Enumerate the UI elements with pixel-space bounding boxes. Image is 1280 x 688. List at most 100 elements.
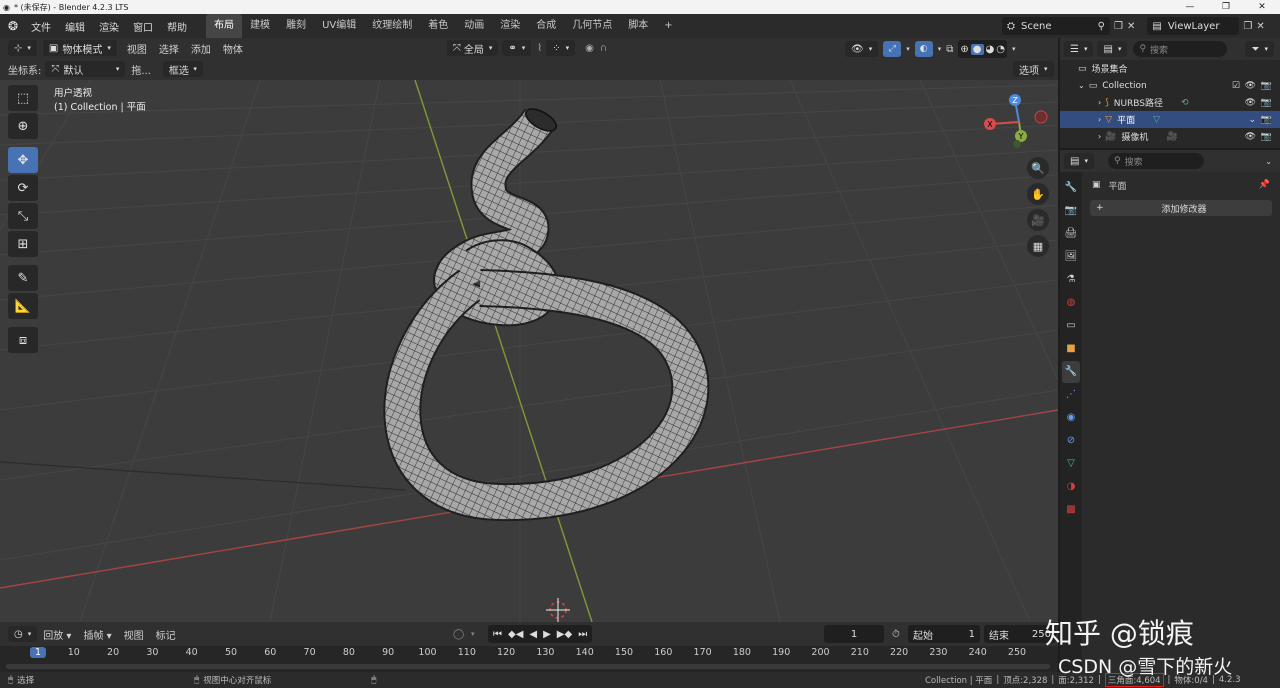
tree-collection[interactable]: ⌄ ▭ Collection ☑ 👁 📷: [1060, 77, 1280, 94]
tab-modeling[interactable]: 建模: [242, 14, 278, 38]
outliner-search-input[interactable]: ⚲ 搜索: [1133, 41, 1228, 57]
gizmo-dropdown-icon[interactable]: ▾: [906, 45, 910, 53]
add-cube-tool-icon[interactable]: ⧈: [8, 327, 38, 353]
navigation-gizmo[interactable]: Z Y X: [980, 92, 1050, 152]
material-tab-icon[interactable]: ◑: [1062, 476, 1080, 498]
menu-help[interactable]: 帮助: [160, 19, 194, 34]
overlay-dropdown-icon[interactable]: ▾: [938, 45, 942, 53]
texture-tab-icon[interactable]: ▩: [1062, 499, 1080, 521]
minimize-button[interactable]: —: [1172, 0, 1208, 14]
play-icon[interactable]: ▶: [543, 629, 551, 640]
options-dropdown[interactable]: 选项 ▾: [1013, 61, 1054, 77]
zoom-icon[interactable]: 🔍: [1027, 157, 1049, 179]
render-tab-icon[interactable]: 📷: [1062, 200, 1080, 222]
falloff-icon[interactable]: ∩: [600, 43, 607, 54]
add-workspace-button[interactable]: +: [656, 14, 680, 38]
pan-hand-icon[interactable]: ✋: [1027, 183, 1049, 205]
physics-tab-icon[interactable]: ◉: [1062, 407, 1080, 429]
timeline-editor-dropdown[interactable]: ◷ ▾: [8, 626, 38, 642]
blender-menu-icon[interactable]: ❂: [8, 19, 18, 33]
move-tool-icon[interactable]: ✥: [8, 147, 38, 173]
render-camera-icon[interactable]: 📷: [1261, 81, 1272, 91]
tree-item-plane[interactable]: › ▽ 平面 ▽ ⌄ 📷: [1060, 111, 1280, 128]
next-keyframe-icon[interactable]: ▶◆: [557, 629, 572, 640]
expand-chevron-icon[interactable]: ⌄: [1078, 81, 1085, 90]
tab-compositing[interactable]: 合成: [528, 14, 564, 38]
scene-selector[interactable]: ⛭ Scene ⚲: [1002, 17, 1110, 35]
render-camera-icon[interactable]: 📷: [1261, 98, 1272, 108]
camera-view-icon[interactable]: 🎥: [1027, 209, 1049, 231]
snap-toggle-icon[interactable]: ⌇: [537, 43, 542, 54]
gizmo-toggle-icon[interactable]: ⤢: [883, 41, 902, 57]
gizmo-neg-x-icon[interactable]: [1034, 110, 1048, 124]
display-mode-dropdown[interactable]: ▤ ▾: [1097, 41, 1128, 57]
new-viewlayer-icon[interactable]: ❐: [1243, 21, 1252, 32]
tab-uv-editing[interactable]: UV编辑: [314, 14, 364, 38]
scale-tool-icon[interactable]: ⤡: [8, 203, 38, 229]
tab-shading[interactable]: 着色: [420, 14, 456, 38]
delete-scene-icon[interactable]: ✕: [1127, 21, 1135, 32]
tab-geometry-nodes[interactable]: 几何节点: [564, 14, 620, 38]
current-frame-marker[interactable]: 1: [29, 647, 47, 658]
pin-icon[interactable]: 📌: [1259, 180, 1270, 190]
tree-item-camera[interactable]: › 🎥 摄像机 🎥 👁 📷: [1060, 128, 1280, 145]
shading-dropdown-icon[interactable]: ▾: [1012, 45, 1016, 53]
pivot-dropdown[interactable]: ⚭ ▾: [502, 40, 532, 56]
jump-end-icon[interactable]: ⏭: [578, 629, 587, 640]
transform-orientation-dropdown[interactable]: ⤧ 全局 ▾: [446, 40, 499, 56]
wireframe-shading-icon[interactable]: ⊕: [960, 44, 968, 55]
prev-keyframe-icon[interactable]: ◆◀: [508, 629, 523, 640]
keying-dropdown-icon[interactable]: ▾: [471, 630, 475, 638]
expand-chevron-icon[interactable]: ›: [1098, 132, 1101, 141]
world-tab-icon[interactable]: ◍: [1062, 292, 1080, 314]
menu-timeline-view[interactable]: 视图: [118, 627, 150, 642]
particles-tab-icon[interactable]: ⋰: [1062, 384, 1080, 406]
maximize-button[interactable]: ❐: [1208, 0, 1244, 14]
coord-system-dropdown[interactable]: ⤧ 默认 ▾: [45, 61, 126, 77]
tab-texture-paint[interactable]: 纹理绘制: [364, 14, 420, 38]
view-layer-tab-icon[interactable]: 🖼: [1062, 246, 1080, 268]
modifier-tab-icon[interactable]: 🔧: [1062, 360, 1080, 383]
data-tab-icon[interactable]: ▽: [1062, 453, 1080, 475]
jump-start-icon[interactable]: ⏮: [493, 629, 502, 640]
rotate-tool-icon[interactable]: ⟳: [8, 175, 38, 201]
add-modifier-button[interactable]: + 添加修改器: [1090, 200, 1272, 216]
transform-tool-icon[interactable]: ⊞: [8, 231, 38, 257]
menu-render[interactable]: 渲染: [92, 19, 126, 34]
menu-keying[interactable]: 插帧 ▾: [77, 627, 117, 642]
timeline-ruler[interactable]: 1 10 20 30 40 50 60 70 80 90 100 110 120 130 140 150 160…: [0, 646, 1058, 672]
select-box-tool-icon[interactable]: ⬚: [8, 85, 38, 111]
material-shading-icon[interactable]: ◕: [986, 44, 995, 55]
render-camera-icon[interactable]: 📷: [1261, 115, 1272, 125]
tab-animation[interactable]: 动画: [456, 14, 492, 38]
menu-add[interactable]: 添加: [185, 41, 217, 56]
tab-rendering[interactable]: 渲染: [492, 14, 528, 38]
output-tab-icon[interactable]: 🖨: [1062, 223, 1080, 245]
constraints-tab-icon[interactable]: ⊘: [1062, 430, 1080, 452]
viewlayer-selector[interactable]: ▤ ViewLayer: [1147, 17, 1240, 35]
current-frame-field[interactable]: 1: [824, 625, 884, 643]
tree-root-scene-collection[interactable]: ▭ 场景集合: [1060, 60, 1280, 77]
xray-toggle-icon[interactable]: ⧉: [946, 44, 953, 55]
scene-tab-icon[interactable]: ⚗: [1062, 269, 1080, 291]
preview-range-icon[interactable]: ⏱: [892, 629, 900, 640]
editor-type-dropdown[interactable]: ⊹ ▾: [8, 40, 37, 56]
expand-chevron-icon[interactable]: ›: [1098, 115, 1101, 124]
menu-window[interactable]: 窗口: [126, 19, 160, 34]
3d-viewport[interactable]: [0, 80, 1058, 622]
rendered-shading-icon[interactable]: ◔: [996, 44, 1005, 55]
tab-layout[interactable]: 布局: [206, 14, 243, 38]
solid-shading-icon[interactable]: ●: [970, 43, 984, 55]
tab-scripting[interactable]: 脚本: [620, 14, 656, 38]
object-tab-icon[interactable]: ■: [1062, 338, 1080, 360]
visibility-eye-icon[interactable]: 👁: [1245, 98, 1256, 108]
new-scene-icon[interactable]: ❐: [1114, 21, 1123, 32]
delete-viewlayer-icon[interactable]: ✕: [1256, 21, 1264, 32]
tool-tab-icon[interactable]: 🔧: [1062, 177, 1080, 199]
menu-marker[interactable]: 标记: [150, 627, 182, 642]
menu-playback[interactable]: 回放 ▾: [37, 627, 77, 642]
properties-editor-dropdown[interactable]: ▤ ▾: [1064, 153, 1094, 169]
cursor-tool-icon[interactable]: ⊕: [8, 113, 38, 139]
overlay-toggle-icon[interactable]: ◐: [914, 41, 933, 57]
pin-icon[interactable]: ⚲: [1098, 21, 1105, 32]
